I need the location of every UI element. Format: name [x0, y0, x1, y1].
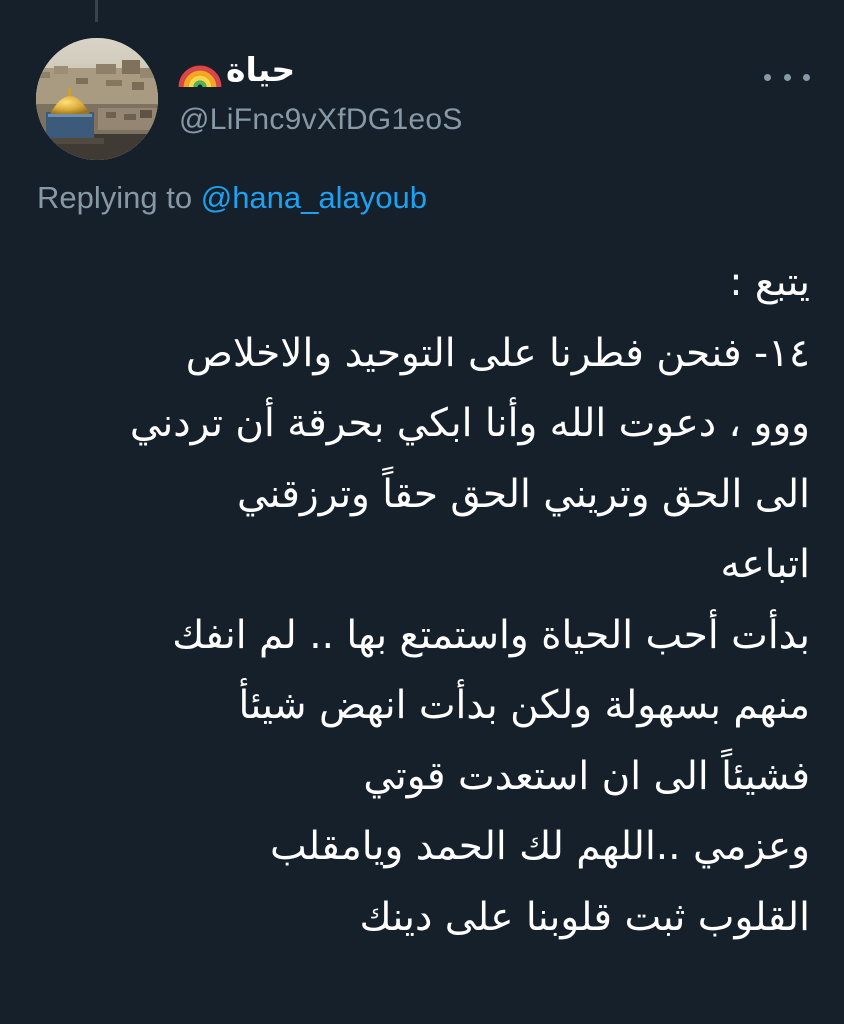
- rainbow-icon: [178, 65, 222, 88]
- tweet-text-line: القلوب ثبت قلوبنا على دينك: [359, 894, 810, 940]
- more-icon-dot: [764, 73, 771, 81]
- author-handle[interactable]: @LiFnc9vXfDG1eoS: [179, 98, 463, 142]
- more-icon-dot: [783, 73, 791, 81]
- tweet-text-line: الى الحق وتريني الحق حقاً وترزقني: [236, 471, 810, 517]
- avatar[interactable]: [36, 38, 158, 160]
- tweet-text-line: وعزمي ..اللهم لك الحمد ويامقلب: [269, 824, 810, 869]
- thread-connector-line: [95, 0, 98, 22]
- tweet-text-line: ١٤- فنحن فطرنا على التوحيد والاخلاص: [185, 330, 810, 376]
- replying-to-label: Replying to: [37, 180, 193, 215]
- avatar-image: [36, 38, 158, 160]
- tweet-text-line: ووو ، دعوت الله وأنا ابكي بحرقة أن تردني: [129, 401, 810, 446]
- tweet-text-line: منهم بسهولة ولكن بدأت انهض شيئأ: [238, 683, 811, 728]
- more-options-button[interactable]: [764, 62, 810, 92]
- tweet-text-line: اتباعه: [720, 542, 810, 587]
- author-name-row[interactable]: حياة: [178, 48, 295, 92]
- tweet-text-line: يتبع :: [729, 260, 810, 305]
- more-icon-dot: [803, 73, 810, 81]
- tweet-text: يتبع : ١٤- فنحن فطرنا على التوحيد والاخل…: [30, 248, 810, 953]
- replying-to-handle-link[interactable]: @hana_alayoub: [201, 180, 427, 215]
- tweet-text-line: فشيئاً الى ان استعدت قوتي: [363, 753, 810, 799]
- author-display-name: حياة: [226, 50, 296, 89]
- replying-to-row: Replying to @hana_alayoub: [37, 176, 427, 220]
- tweet-text-line: بدأت أحب الحياة واستمتع بها .. لم انفك: [172, 612, 810, 658]
